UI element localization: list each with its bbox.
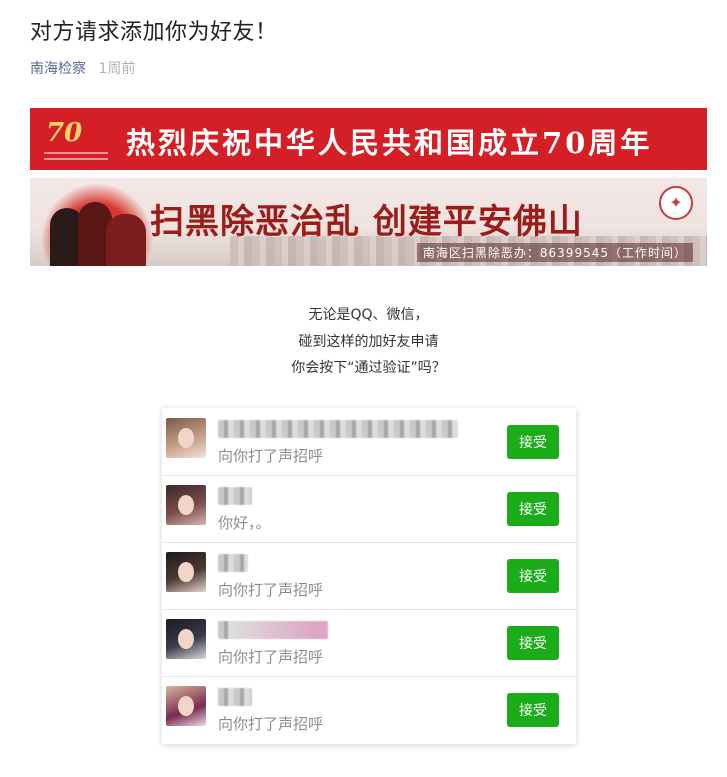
friend-request-row: 向你打了声招呼 接受	[162, 609, 576, 677]
friend-request-row: 向你打了声招呼 接受	[162, 676, 576, 743]
publish-time: 1周前	[98, 61, 136, 77]
intro-line: 无论是QQ、微信，	[308, 307, 429, 323]
blurred-username	[218, 621, 328, 639]
blurred-username	[218, 554, 248, 572]
request-message: 向你打了声招呼	[218, 581, 324, 599]
logo-number: 70	[46, 118, 83, 148]
friend-request-row: 向你打了声招呼 接受	[162, 542, 576, 610]
request-message: 向你打了声招呼	[218, 648, 324, 666]
accept-button[interactable]: 接受	[507, 626, 559, 660]
avatar	[166, 418, 206, 458]
blurred-username	[218, 487, 252, 505]
logo-caption-lines	[44, 152, 108, 160]
campaign-slogan: 扫黑除恶治乱 创建平安佛山	[150, 202, 583, 242]
officer-silhouette-icon	[106, 214, 146, 266]
article-title: 对方请求添加你为好友！	[30, 20, 278, 45]
request-message: 向你打了声招呼	[218, 447, 324, 465]
avatar	[166, 485, 206, 525]
avatar	[166, 686, 206, 726]
campaign-badge-icon: ✦	[659, 186, 693, 220]
request-message: 向你打了声招呼	[218, 715, 324, 733]
anniversary-logo: 70	[30, 108, 110, 170]
campaign-banner: 扫黑除恶治乱 创建平安佛山 ✦ 南海区扫黑除恶办：86399545（工作时间）	[30, 178, 707, 266]
blurred-username	[218, 688, 252, 706]
intro-line: 你会按下“通过验证”吗？	[291, 360, 446, 376]
request-message: 你好，。	[218, 514, 271, 532]
avatar	[166, 552, 206, 592]
account-link[interactable]: 南海检察	[30, 61, 86, 77]
friend-request-row: 向你打了声招呼 接受	[162, 408, 576, 476]
anniversary-banner-text: 热烈庆祝中华人民共和国成立70周年	[126, 126, 653, 160]
friend-request-row: 你好，。 接受	[162, 475, 576, 543]
accept-button[interactable]: 接受	[507, 425, 559, 459]
campaign-contact: 南海区扫黑除恶办：86399545（工作时间）	[416, 243, 693, 262]
accept-button[interactable]: 接受	[507, 559, 559, 593]
accept-button[interactable]: 接受	[507, 693, 559, 727]
intro-text: 无论是QQ、微信， 碰到这样的加好友申请 你会按下“通过验证”吗？	[0, 302, 727, 382]
anniversary-banner: 70 热烈庆祝中华人民共和国成立70周年	[30, 108, 707, 170]
avatar	[166, 619, 206, 659]
article-meta: 南海检察 1周前	[30, 58, 135, 78]
friend-request-screenshot: 向你打了声招呼 接受 你好，。 接受 向你打了声招呼 接受 向你打了声招呼 接受	[162, 408, 576, 744]
intro-line: 碰到这样的加好友申请	[298, 333, 439, 350]
accept-button[interactable]: 接受	[507, 492, 559, 526]
blurred-username	[218, 420, 458, 438]
